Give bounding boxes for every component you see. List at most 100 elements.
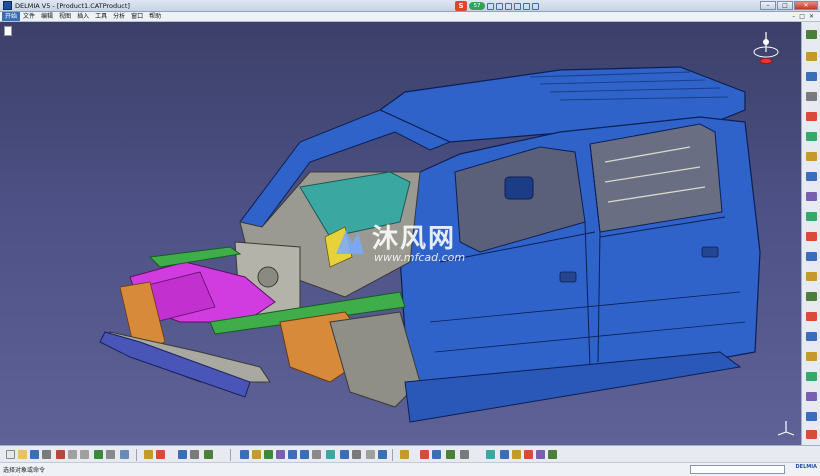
product-icon[interactable] (806, 30, 817, 39)
zoom-in-icon[interactable] (288, 450, 297, 459)
delmia-logo-icon (3, 1, 12, 10)
angle-icon[interactable] (806, 352, 817, 361)
rear-door-handle (701, 246, 719, 258)
snap-icon[interactable] (806, 192, 817, 201)
window-controls: – □ ✕ (760, 1, 818, 10)
compare-icon[interactable] (548, 450, 557, 459)
front-door-handle (559, 271, 577, 283)
new-icon[interactable] (6, 450, 15, 459)
title-bar: DELMIA V5 - [Product1.CATProduct] S 57 –… (0, 0, 820, 12)
iso-view-icon[interactable] (340, 450, 349, 459)
close-button[interactable]: ✕ (794, 1, 818, 10)
clash-analysis-icon[interactable] (512, 450, 521, 459)
explode-icon[interactable] (806, 212, 817, 221)
scene-icon[interactable] (806, 430, 817, 439)
maximize-button[interactable]: □ (777, 1, 793, 10)
document-window-controls: – □ ✕ (792, 13, 814, 20)
ime-toolbar[interactable]: S 57 (455, 0, 539, 12)
number-icon[interactable] (806, 152, 817, 161)
menu-view[interactable]: 视图 (56, 12, 74, 21)
fit-all-icon[interactable] (252, 450, 261, 459)
minimize-button[interactable]: – (760, 1, 776, 10)
ime-punct-icon[interactable] (496, 2, 503, 10)
3d-viewport[interactable]: 沐风网 www.mfcad.com (0, 22, 801, 445)
normal-view-icon[interactable] (312, 450, 321, 459)
multi-view-icon[interactable] (326, 450, 335, 459)
distance-icon[interactable] (524, 450, 533, 459)
save-icon[interactable] (30, 450, 39, 459)
law-icon[interactable] (204, 450, 213, 459)
swap-space-icon[interactable] (378, 450, 387, 459)
zoom-out-icon[interactable] (300, 450, 309, 459)
design-table-icon[interactable] (190, 450, 199, 459)
knowledge-icon[interactable] (156, 450, 165, 459)
offset-icon[interactable] (806, 332, 817, 341)
measure-item-icon[interactable] (432, 450, 441, 459)
shading-icon[interactable] (352, 450, 361, 459)
measure-between-icon[interactable] (420, 450, 429, 459)
apply-material-icon[interactable] (460, 450, 469, 459)
delmia-brand: DELMIA (795, 464, 817, 470)
ime-badge: 57 (469, 2, 485, 10)
toolbar-separator (230, 449, 231, 461)
sectioning-icon[interactable] (500, 450, 509, 459)
fix-icon[interactable] (806, 272, 817, 281)
ime-tools-icon[interactable] (532, 2, 539, 10)
ime-keyboard-icon[interactable] (514, 2, 521, 10)
menu-edit[interactable]: 编辑 (38, 12, 56, 21)
constraint-icon[interactable] (806, 252, 817, 261)
measure-icon[interactable] (806, 392, 817, 401)
pan-icon[interactable] (264, 450, 273, 459)
coincidence-icon[interactable] (806, 292, 817, 301)
sogou-logo-icon[interactable]: S (455, 1, 467, 11)
ime-mic-icon[interactable] (505, 2, 512, 10)
doc-minimize-button[interactable]: – (792, 13, 795, 20)
clash-icon[interactable] (806, 232, 817, 241)
fly-mode-icon[interactable] (240, 450, 249, 459)
catalog-browser-icon[interactable] (178, 450, 187, 459)
cut-icon[interactable] (56, 450, 65, 459)
menu-tools[interactable]: 工具 (92, 12, 110, 21)
menu-file[interactable]: 文件 (20, 12, 38, 21)
print-icon[interactable] (42, 450, 51, 459)
part-icon[interactable] (806, 72, 817, 81)
watermark: 沐风网 www.mfcad.com (332, 218, 502, 276)
menu-bar: 开始 文件 编辑 视图 插入 工具 分析 窗口 帮助 – □ ✕ (0, 12, 820, 22)
measure-inertia-icon[interactable] (446, 450, 455, 459)
right-toolbar (801, 22, 820, 445)
photo-studio-icon[interactable] (486, 450, 495, 459)
menu-help[interactable]: 帮助 (146, 12, 164, 21)
existing-component-icon[interactable] (806, 92, 817, 101)
status-prompt: 选择对象或命令 (3, 467, 46, 474)
contact-icon[interactable] (806, 312, 817, 321)
redo-icon[interactable] (106, 450, 115, 459)
doc-close-button[interactable]: ✕ (809, 13, 814, 20)
compass-icon[interactable] (749, 30, 783, 66)
graph-tree-icon[interactable] (806, 132, 817, 141)
whats-this-icon[interactable] (120, 450, 129, 459)
menu-window[interactable]: 窗口 (128, 12, 146, 21)
catalog-icon[interactable] (806, 412, 817, 421)
undo-icon[interactable] (94, 450, 103, 459)
menu-insert[interactable]: 插入 (74, 12, 92, 21)
paste-icon[interactable] (80, 450, 89, 459)
update-icon[interactable] (806, 372, 817, 381)
ime-mode-icon[interactable] (487, 2, 494, 10)
menu-analyze[interactable]: 分析 (110, 12, 128, 21)
ime-skin-icon[interactable] (523, 2, 530, 10)
simulation-icon[interactable] (400, 450, 409, 459)
menu-start[interactable]: 开始 (2, 12, 21, 21)
steering-hub (257, 266, 279, 288)
rotate-icon[interactable] (276, 450, 285, 459)
doc-restore-button[interactable]: □ (799, 13, 805, 20)
component-icon[interactable] (806, 52, 817, 61)
hide-show-icon[interactable] (366, 450, 375, 459)
copy-icon[interactable] (68, 450, 77, 459)
status-bar: 选择对象或命令 DELMIA (0, 463, 820, 476)
replace-icon[interactable] (806, 112, 817, 121)
formula-icon[interactable] (144, 450, 153, 459)
manipulation-icon[interactable] (806, 172, 817, 181)
command-input[interactable] (690, 465, 785, 474)
annotation-icon[interactable] (536, 450, 545, 459)
open-icon[interactable] (18, 450, 27, 459)
